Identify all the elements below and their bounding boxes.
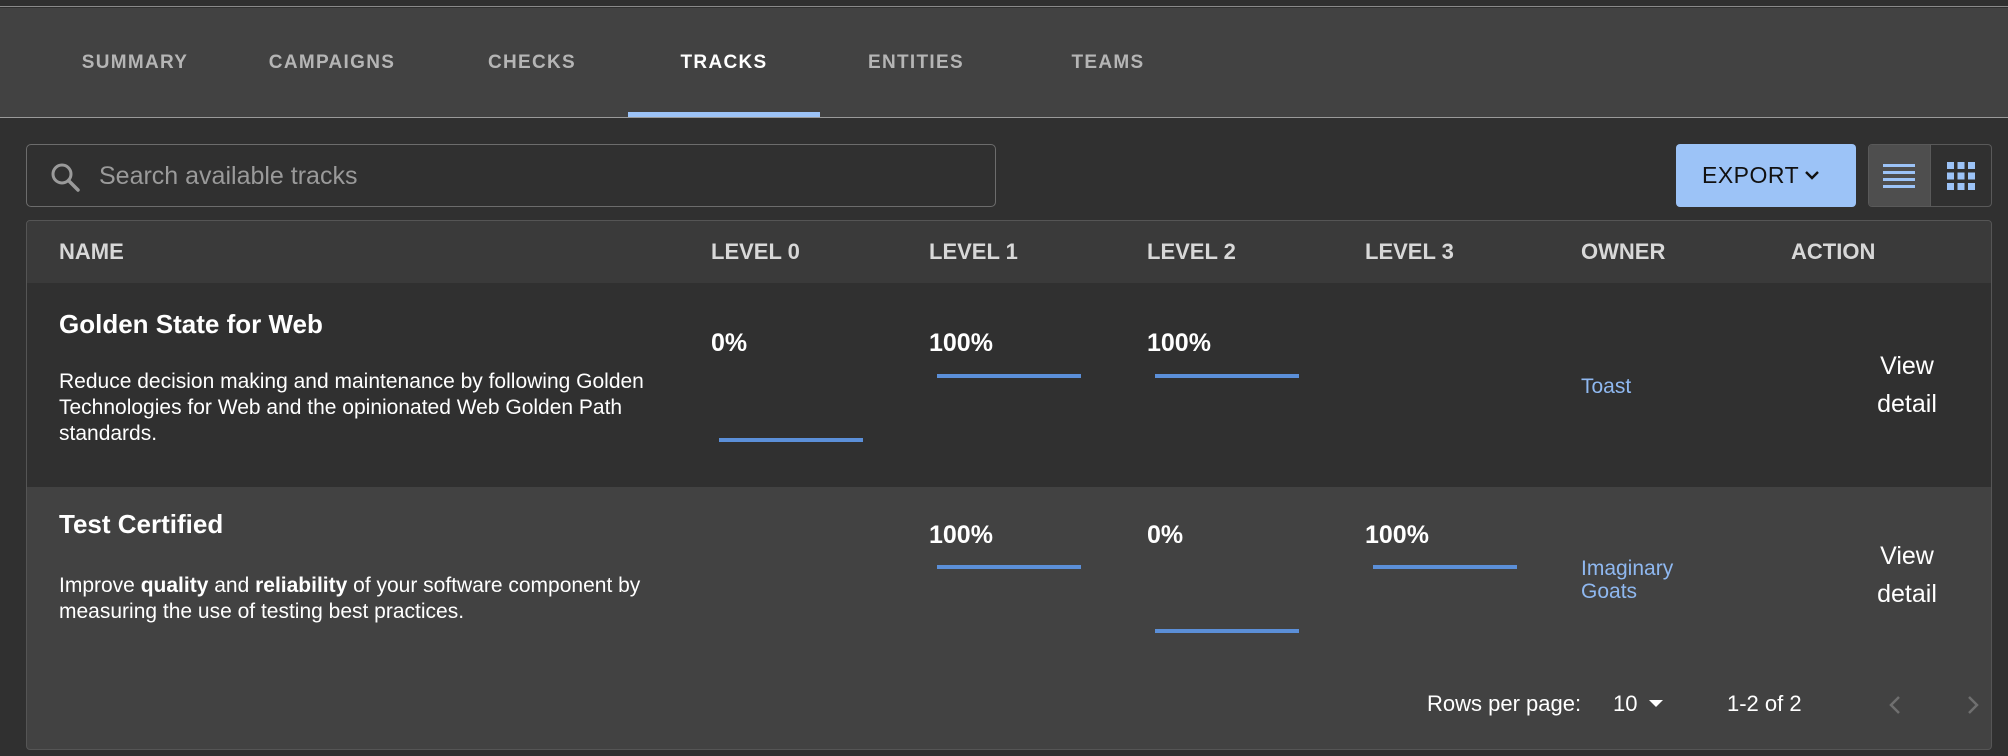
header-action: ACTION — [1791, 239, 1876, 264]
table-row: Golden State for Web Reduce decision mak… — [27, 283, 1991, 487]
view-detail-button[interactable]: View detail — [1827, 537, 1987, 613]
header-name[interactable]: NAME — [59, 239, 124, 265]
export-button[interactable]: EXPORT — [1676, 144, 1856, 207]
export-button-label: EXPORT — [1702, 162, 1800, 188]
table-row: Test Certified Improve quality and relia… — [27, 487, 1991, 667]
header-level-1[interactable]: LEVEL 1 — [929, 239, 1018, 265]
level-0-progress-bar — [719, 438, 863, 442]
level-2-percent: 100% — [1147, 329, 1211, 357]
level-1-progress-bar — [937, 374, 1081, 378]
previous-page-button[interactable] — [1877, 687, 1913, 723]
active-tab-indicator — [628, 112, 820, 117]
level-2-progress-bar — [1155, 374, 1299, 378]
tab-campaigns[interactable]: CAMPAIGNS — [234, 8, 430, 117]
level-3-progress-bar — [1373, 565, 1517, 569]
header-level-0[interactable]: LEVEL 0 — [711, 239, 800, 265]
search-icon — [51, 163, 80, 192]
rows-per-page-value: 10 — [1613, 691, 1638, 716]
search-box — [26, 144, 996, 207]
track-description: Improve quality and reliability of your … — [59, 574, 641, 623]
list-view-button[interactable] — [1869, 145, 1930, 206]
next-page-button[interactable] — [1955, 687, 1991, 723]
grid-view-button[interactable] — [1930, 145, 1991, 206]
level-0-percent: 0% — [711, 329, 748, 357]
chevron-right-icon — [1968, 696, 1979, 714]
caret-down-icon — [1649, 700, 1663, 707]
header-owner[interactable]: OWNER — [1581, 239, 1665, 265]
level-3-percent: 100% — [1365, 521, 1429, 549]
pagination-range: 1-2 of 2 — [1727, 691, 1802, 716]
header-level-3[interactable]: LEVEL 3 — [1365, 239, 1454, 265]
tab-tracks[interactable]: TRACKS — [628, 8, 820, 117]
level-2-percent: 0% — [1147, 521, 1184, 549]
tab-entities[interactable]: ENTITIES — [820, 8, 1012, 117]
tab-teams[interactable]: TEAMS — [1012, 8, 1204, 117]
tab-summary[interactable]: SUMMARY — [40, 8, 230, 117]
view-detail-button[interactable]: View detail — [1827, 347, 1987, 423]
level-1-percent: 100% — [929, 329, 993, 357]
owner-link[interactable]: Imaginary Goats — [1581, 557, 1701, 603]
chevron-left-icon — [1889, 696, 1900, 714]
level-2-progress-bar — [1155, 629, 1299, 633]
level-1-percent: 100% — [929, 521, 993, 549]
chevron-down-icon — [1805, 171, 1819, 180]
grid-view-icon — [1946, 161, 1975, 190]
rows-per-page-select[interactable]: 10 — [1611, 689, 1671, 719]
tracks-table: NAME LEVEL 0 LEVEL 1 LEVEL 2 LEVEL 3 OWN… — [26, 220, 1992, 750]
track-name: Test Certified — [59, 509, 224, 539]
tab-bar: SUMMARY CAMPAIGNS CHECKS TRACKS ENTITIES… — [0, 8, 2008, 118]
level-1-progress-bar — [937, 565, 1081, 569]
pagination: Rows per page: 10 1-2 of 2 — [27, 667, 1991, 749]
list-view-icon — [1883, 163, 1916, 188]
view-toggle — [1868, 144, 1992, 207]
header-level-2[interactable]: LEVEL 2 — [1147, 239, 1236, 265]
top-divider — [0, 0, 2008, 7]
owner-link[interactable]: Toast — [1581, 375, 1631, 398]
track-name: Golden State for Web — [59, 309, 323, 339]
track-description: Reduce decision making and maintenance b… — [59, 370, 644, 445]
search-input[interactable] — [99, 155, 979, 197]
tab-checks[interactable]: CHECKS — [436, 8, 628, 117]
rows-per-page-label: Rows per page: — [1427, 691, 1582, 716]
table-header: NAME LEVEL 0 LEVEL 1 LEVEL 2 LEVEL 3 OWN… — [27, 221, 1991, 283]
